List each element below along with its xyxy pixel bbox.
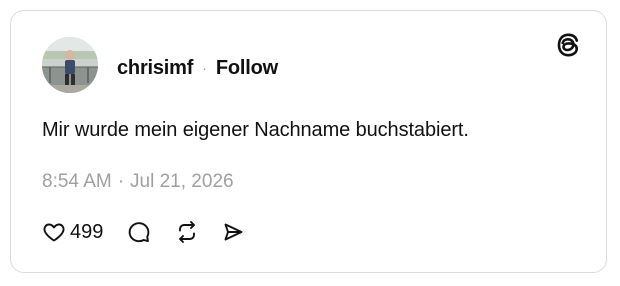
threads-logo-icon[interactable]	[554, 31, 582, 59]
avatar-image	[42, 37, 98, 93]
avatar[interactable]	[42, 37, 98, 93]
share-button[interactable]	[221, 220, 245, 244]
like-count: 499	[70, 220, 104, 243]
post-header: chrisimf · Follow	[117, 55, 278, 81]
post-timestamp[interactable]: 8:54 AM · Jul 21, 2026	[42, 171, 234, 193]
comment-bubble-icon	[127, 220, 151, 244]
separator-dot: ·	[202, 60, 207, 76]
timestamp-separator: ·	[117, 171, 125, 192]
reply-button[interactable]	[127, 220, 151, 244]
post-date: Jul 21, 2026	[130, 171, 234, 192]
follow-button[interactable]: Follow	[216, 57, 278, 80]
like-button[interactable]: 499	[42, 220, 103, 244]
send-icon	[221, 220, 245, 244]
post-text: Mir wurde mein eigener Nachname buchstab…	[42, 119, 469, 141]
post-actions: 499	[42, 218, 245, 246]
username[interactable]: chrisimf	[117, 57, 193, 80]
post-card: chrisimf · Follow Mir wurde mein eigener…	[10, 10, 607, 273]
heart-icon	[42, 220, 66, 244]
post-time: 8:54 AM	[42, 171, 112, 192]
repost-icon	[175, 220, 199, 244]
repost-button[interactable]	[175, 220, 199, 244]
